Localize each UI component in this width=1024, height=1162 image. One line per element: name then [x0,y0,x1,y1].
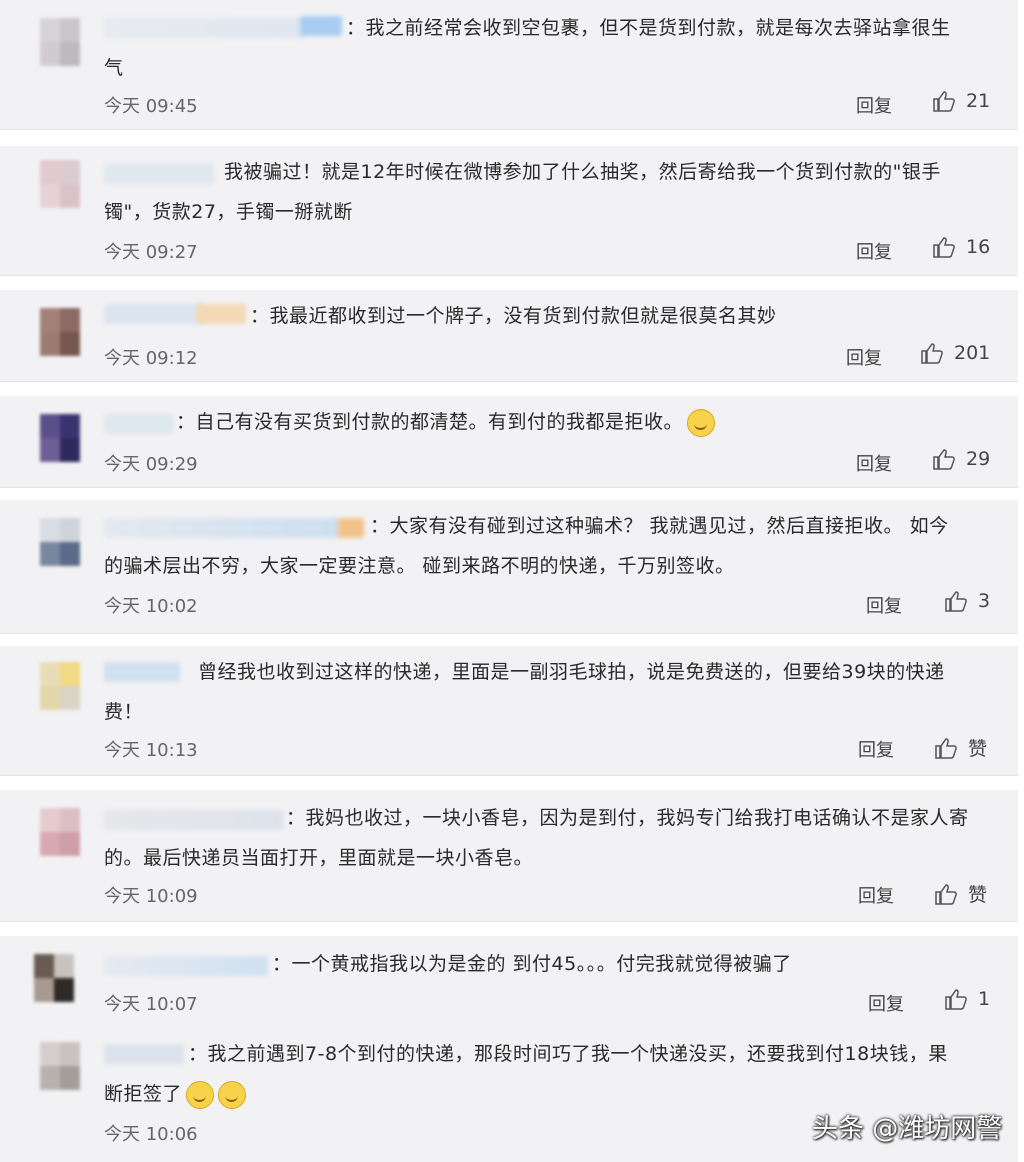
username[interactable] [104,1044,184,1064]
avatar[interactable] [40,1042,80,1090]
comment-time: 今天 09:29 [104,454,198,475]
thumbs-up-icon [945,591,967,612]
comment-text-body: 断拒签了 [104,1083,183,1105]
comment-time: 今天 09:27 [104,242,198,263]
comment-card: ：自己有没有买货到付款的都清楚。有到付的我都是拒收。 今天 09:29 回复 2… [0,396,1018,488]
reply-button[interactable]: 回复 [858,736,894,762]
comment-text: ：我之前经常会收到空包裹，但不是货到付款，就是每次去驿站拿很生 [346,17,951,39]
comment-card: ：我妈也收过，一块小香皂，因为是到付，我妈专门给我打电话确认不是家人寄 的。最后… [0,790,1018,922]
comment-text-body: ：自己有没有买货到付款的都清楚。有到付的我都是拒收。 [176,411,684,433]
avatar[interactable] [40,308,80,356]
username[interactable] [104,414,174,434]
reply-button[interactable]: 回复 [856,238,892,264]
like-button[interactable]: 201 [920,342,990,364]
avatar[interactable] [40,18,80,66]
username[interactable] [104,518,340,538]
username[interactable] [104,810,284,830]
comment-time: 今天 09:12 [104,348,198,369]
comment-text: ：我之前遇到7-8个到付的快递，那段时间巧了我一个快递没买，还要我到付18块钱，… [188,1043,948,1065]
comment-text: 我被骗过！就是12年时候在微博参加了什么抽奖，然后寄给我一个货到付款的"银手 [224,161,941,183]
thumbs-up-icon [935,883,957,905]
comment-card: ：大家有没有碰到过这种骗术？ 我就遇见过，然后直接拒收。 如今 的骗术层出不穷，… [0,500,1018,634]
like-button[interactable]: 29 [932,448,990,470]
reply-button[interactable]: 回复 [858,882,894,908]
comment-text: ：我最近都收到过一个牌子，没有货到付款但就是很莫名其妙 [250,305,777,327]
thumbs-up-icon [945,989,967,1010]
like-count: 赞 [968,738,988,760]
comment-time: 今天 10:06 [104,1124,198,1145]
comment-text-cont: 的。最后快递员当面打开，里面就是一块小香皂。 [104,847,534,869]
like-count: 1 [978,988,991,1010]
avatar[interactable] [40,662,80,710]
comment-text: ：大家有没有碰到过这种骗术？ 我就遇见过，然后直接拒收。 如今 [370,515,949,537]
comment-text: ：自己有没有买货到付款的都清楚。有到付的我都是拒收。 [176,402,716,442]
username[interactable] [104,662,180,682]
avatar[interactable] [40,808,80,856]
like-button[interactable]: 3 [944,590,990,612]
comment-time: 今天 10:07 [104,994,198,1015]
reply-button[interactable]: 回复 [856,92,892,118]
thumbs-up-icon [933,237,955,258]
like-count: 16 [966,236,991,258]
comment-time: 今天 10:09 [104,886,198,907]
comment-card: ：我最近都收到过一个牌子，没有货到付款但就是很莫名其妙 今天 09:12 回复 … [0,290,1018,382]
username[interactable] [104,18,304,38]
comment-text-cont: 的骗术层出不穷，大家一定要注意。 碰到来路不明的快递，千万别签收。 [104,555,735,577]
comment-text: ：一个黄戒指我以为是金的 到付45。。。付完我就觉得被骗了 [272,953,792,975]
like-button[interactable]: 21 [932,90,990,112]
like-button[interactable]: 赞 [934,880,987,907]
like-count: 3 [978,590,991,612]
avatar[interactable] [40,414,80,462]
like-count: 赞 [968,884,988,906]
comment-text-cont: 费！ [104,701,144,723]
like-count: 29 [966,448,991,470]
reply-button[interactable]: 回复 [846,344,882,370]
crying-laughing-emoji-icon [218,1080,247,1109]
like-button[interactable]: 16 [932,236,990,258]
comment-card: ：我之前经常会收到空包裹，但不是货到付款，就是每次去驿站拿很生 气 今天 09:… [0,0,1018,130]
smile-emoji-icon [687,408,716,437]
thumbs-up-icon [933,91,955,112]
avatar[interactable] [40,518,80,566]
source-watermark: 头条 @潍坊网警 [812,1114,1003,1144]
username-badge [300,16,342,36]
comment-card: 曾经我也收到过这样的快递，里面是一副羽毛球拍，说是免费送的，但要给39块的快递 … [0,646,1018,776]
comment-time: 今天 09:45 [104,96,198,117]
comment-text: 曾经我也收到过这样的快递，里面是一副羽毛球拍，说是免费送的，但要给39块的快递 [198,661,945,683]
username-badge [338,518,364,538]
crying-laughing-emoji-icon [186,1080,215,1109]
username[interactable] [104,956,268,976]
comment-text-cont: 断拒签了 [104,1074,247,1114]
reply-button[interactable]: 回复 [856,450,892,476]
comment-text-cont: 气 [104,57,124,79]
like-count: 201 [954,342,991,364]
avatar[interactable] [40,160,80,208]
username[interactable] [104,304,204,324]
comment-time: 今天 10:13 [104,740,198,761]
username-badge [196,304,246,324]
avatar[interactable] [34,954,74,1002]
thumbs-up-icon [921,343,943,364]
reply-button[interactable]: 回复 [866,592,902,618]
like-button[interactable]: 1 [944,988,990,1010]
comment-card: 我被骗过！就是12年时候在微博参加了什么抽奖，然后寄给我一个货到付款的"银手 镯… [0,146,1018,276]
username[interactable] [104,164,214,184]
thumbs-up-icon [933,449,955,470]
like-button[interactable]: 赞 [934,734,987,761]
comment-text: ：我妈也收过，一块小香皂，因为是到付，我妈专门给我打电话确认不是家人寄 [286,807,969,829]
like-count: 21 [966,90,991,112]
reply-button[interactable]: 回复 [868,990,904,1016]
thumbs-up-icon [935,737,957,759]
comment-time: 今天 10:02 [104,596,198,617]
comment-text-cont: 镯"，货款27，手镯一掰就断 [104,201,353,223]
